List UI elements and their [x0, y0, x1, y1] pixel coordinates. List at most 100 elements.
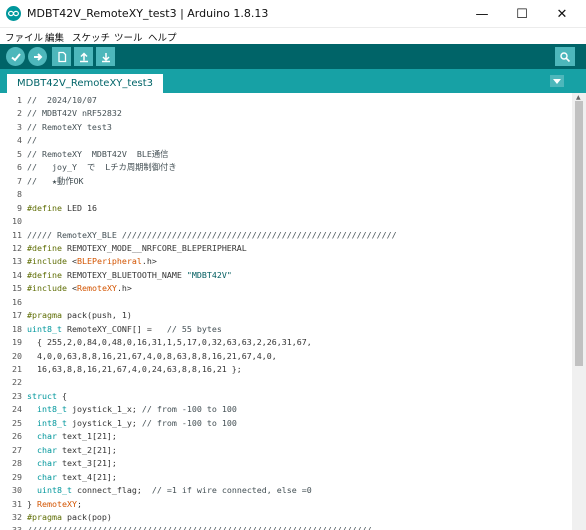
code-token: #include — [27, 256, 67, 267]
code-line[interactable]: #pragma pack(pop) — [27, 511, 112, 524]
code-line[interactable]: // RemoteXY test3 — [27, 121, 112, 134]
upload-arrow-icon — [33, 52, 42, 61]
minimize-button[interactable]: — — [462, 0, 502, 28]
line-number: 11 — [12, 229, 22, 240]
line-number: 14 — [12, 269, 22, 280]
code-token: // — [27, 135, 37, 146]
line-number: 8 — [17, 189, 22, 200]
save-arrow-down-icon — [101, 52, 110, 62]
toolbar — [0, 44, 586, 69]
code-token: ////////////////////////////////////////… — [27, 525, 372, 530]
code-token: } — [27, 498, 37, 509]
serial-monitor-button[interactable] — [555, 47, 575, 66]
save-button[interactable] — [96, 47, 115, 66]
code-line[interactable]: int8_t joystick_1_x; // from -100 to 100 — [27, 403, 237, 416]
tab-menu-button[interactable] — [550, 75, 564, 87]
code-line[interactable]: char text_4[21]; — [27, 471, 117, 484]
code-token: RemoteXY — [76, 283, 117, 294]
code-line[interactable]: char text_3[21]; — [27, 457, 117, 470]
code-line[interactable]: #include <RemoteXY.h> — [27, 282, 132, 295]
code-line[interactable]: // ★動作OK — [27, 175, 84, 188]
code-line[interactable]: uint8_t connect_flag; // =1 if wire conn… — [27, 484, 312, 497]
code-line[interactable]: { 255,2,0,84,0,48,0,16,31,1,5,17,0,32,63… — [27, 336, 312, 349]
code-line[interactable]: // — [27, 134, 37, 147]
code-line[interactable]: #include <BLEPeripheral.h> — [27, 255, 157, 268]
line-number: 26 — [12, 431, 22, 442]
menu-help[interactable]: ヘルプ — [148, 30, 177, 44]
line-number: 6 — [17, 162, 22, 173]
code-token: // 55 bytes — [166, 323, 222, 334]
code-line[interactable]: int8_t joystick_1_y; // from -100 to 100 — [27, 417, 237, 430]
close-icon: ✕ — [556, 6, 568, 22]
menu-file[interactable]: ファイル — [5, 30, 43, 44]
menu-sketch[interactable]: スケッチ — [72, 30, 110, 44]
code-line[interactable]: // MDBT42V nRF52832 — [27, 107, 122, 120]
line-number: 16 — [12, 296, 22, 307]
close-button[interactable]: ✕ — [542, 0, 582, 28]
code-line[interactable]: ////////////////////////////////////////… — [27, 524, 372, 530]
code-token: pack(pop) — [61, 511, 112, 522]
code-token: connect_flag; — [71, 485, 152, 496]
code-line[interactable]: 16,63,8,8,16,21,67,4,0,24,63,8,8,16,21 }… — [27, 363, 242, 376]
code-line[interactable]: #define REMOTEXY_MODE__NRFCORE_BLEPERIPH… — [27, 242, 247, 255]
code-token: LED 16 — [61, 202, 97, 213]
code-line[interactable]: // RemoteXY MDBT42V BLE通信 — [27, 148, 168, 161]
code-token: text_3[21]; — [56, 458, 117, 469]
tab-sketch[interactable]: MDBT42V_RemoteXY_test3 — [7, 74, 163, 93]
open-button[interactable] — [74, 47, 93, 66]
code-line[interactable]: 4,0,0,63,8,8,16,21,67,4,0,8,63,8,8,16,21… — [27, 350, 277, 363]
vertical-scrollbar[interactable]: ▲ — [572, 93, 586, 530]
code-line[interactable]: #define LED 16 — [27, 202, 97, 215]
line-number: 31 — [12, 498, 22, 509]
code-token: text_2[21]; — [56, 444, 117, 455]
line-number: 15 — [12, 283, 22, 294]
code-token: uint8_t — [27, 323, 62, 334]
magnifier-icon — [560, 51, 571, 62]
verify-button[interactable] — [6, 47, 25, 66]
code-token: ; — [76, 498, 82, 509]
code-token: REMOTEXY_BLUETOOTH_NAME — [61, 269, 187, 280]
code-line[interactable]: } RemoteXY; — [27, 498, 82, 511]
code-token: // RemoteXY test3 — [27, 121, 112, 132]
line-number: 27 — [12, 444, 22, 455]
line-number: 19 — [12, 337, 22, 348]
code-token: RemoteXY — [37, 498, 77, 509]
code-token: int8_t — [37, 417, 67, 428]
code-line[interactable]: // 2024/10/07 — [27, 94, 97, 107]
menu-edit[interactable]: 編集 — [45, 30, 64, 44]
line-number: 22 — [12, 377, 22, 388]
code-editor[interactable]: 1 2 3 4 5 6 7 8 9 10 11 12 13 14 15 16 17 18 19 20 21 22 23 24 2… — [0, 93, 572, 530]
line-number: 18 — [12, 323, 22, 334]
line-number: 25 — [12, 417, 22, 428]
code-line[interactable]: // joy_Y で Lチカ周期制御付き — [27, 161, 177, 174]
code-token: .h> — [141, 256, 157, 267]
code-token: char — [37, 444, 57, 455]
line-number: 23 — [12, 390, 22, 401]
code-token: RemoteXY_CONF[] = — [61, 323, 167, 334]
line-number: 2 — [17, 108, 22, 119]
code-line[interactable]: struct { — [27, 390, 67, 403]
line-number-gutter: 1 2 3 4 5 6 7 8 9 10 11 12 13 14 15 16 17 18 19 20 21 22 23 24 2… — [0, 93, 24, 530]
code-token: ///// RemoteXY_BLE /////////////////////… — [27, 229, 397, 240]
new-button[interactable] — [52, 47, 71, 66]
code-line[interactable]: char text_2[21]; — [27, 444, 117, 457]
line-number: 13 — [12, 256, 22, 267]
code-line[interactable]: uint8_t RemoteXY_CONF[] = // 55 bytes — [27, 323, 222, 336]
code-line[interactable]: #pragma pack(push, 1) — [27, 309, 132, 322]
code-line[interactable]: ///// RemoteXY_BLE /////////////////////… — [27, 229, 397, 242]
code-line[interactable]: #define REMOTEXY_BLUETOOTH_NAME "MDBT42V… — [27, 269, 232, 282]
scrollbar-thumb[interactable] — [575, 101, 583, 366]
line-number: 3 — [17, 121, 22, 132]
code-line[interactable]: char text_1[21]; — [27, 430, 117, 443]
verify-icon — [10, 52, 21, 61]
code-token: #define — [27, 242, 62, 253]
code-token: REMOTEXY_MODE__NRFCORE_BLEPERIPHERAL — [61, 242, 247, 253]
code-token: // from -100 to 100 — [141, 417, 237, 428]
code-token: #define — [27, 269, 62, 280]
maximize-button[interactable]: ☐ — [502, 0, 542, 28]
new-file-icon — [57, 51, 66, 62]
menu-tools[interactable]: ツール — [114, 30, 143, 44]
scroll-up-arrow-icon[interactable]: ▲ — [576, 94, 581, 101]
upload-button[interactable] — [28, 47, 47, 66]
